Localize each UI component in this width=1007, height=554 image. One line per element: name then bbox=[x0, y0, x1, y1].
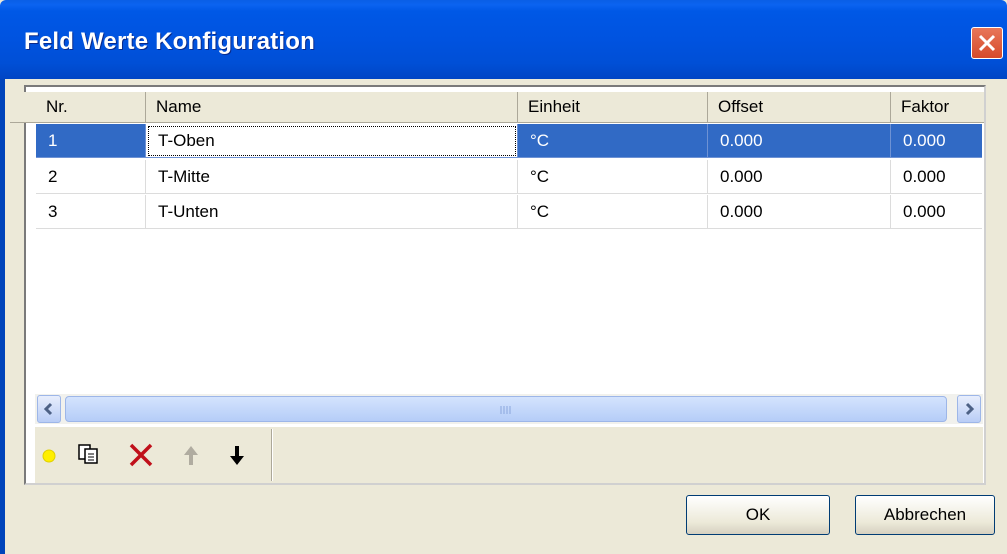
new-icon bbox=[42, 449, 56, 463]
cancel-button[interactable]: Abbrechen bbox=[855, 495, 995, 535]
window-title: Feld Werte Konfiguration bbox=[24, 28, 316, 55]
toolbar-separator bbox=[271, 429, 273, 481]
new-row-button[interactable] bbox=[37, 437, 67, 471]
cell-einheit[interactable]: °C bbox=[518, 160, 708, 194]
horizontal-scrollbar[interactable] bbox=[35, 394, 983, 424]
copy-row-button[interactable] bbox=[75, 437, 105, 471]
ok-button[interactable]: OK bbox=[686, 495, 830, 535]
copy-icon bbox=[78, 444, 98, 464]
scroll-left-button[interactable] bbox=[37, 395, 61, 423]
cell-name[interactable]: T-Unten bbox=[146, 195, 518, 229]
cell-faktor[interactable]: 0.000 bbox=[891, 160, 982, 194]
cell-offset[interactable]: 0.000 bbox=[708, 124, 891, 158]
cell-offset[interactable]: 0.000 bbox=[708, 195, 891, 229]
table-row[interactable]: 1 T-Oben °C 0.000 0.000 bbox=[36, 124, 982, 158]
column-header-nr[interactable]: Nr. bbox=[36, 92, 146, 122]
cell-nr: 3 bbox=[36, 195, 146, 229]
move-up-icon bbox=[184, 446, 198, 465]
arrow-left-icon bbox=[43, 402, 53, 416]
column-header-offset[interactable]: Offset bbox=[708, 92, 891, 122]
grid-toolbar bbox=[35, 427, 983, 483]
cell-nr: 1 bbox=[36, 124, 146, 158]
column-header-name[interactable]: Name bbox=[146, 92, 518, 122]
cell-faktor[interactable]: 0.000 bbox=[891, 124, 982, 158]
table-row[interactable]: 3 T-Unten °C 0.000 0.000 bbox=[36, 195, 982, 229]
cell-offset[interactable]: 0.000 bbox=[708, 160, 891, 194]
cell-name-editor[interactable]: T-Oben bbox=[146, 124, 518, 158]
column-header-faktor[interactable]: Faktor bbox=[891, 92, 984, 122]
scrollbar-thumb[interactable] bbox=[65, 396, 947, 422]
cell-faktor[interactable]: 0.000 bbox=[891, 195, 982, 229]
delete-row-button[interactable] bbox=[126, 437, 156, 471]
cell-nr: 2 bbox=[36, 160, 146, 194]
close-icon bbox=[978, 34, 996, 52]
arrow-right-icon bbox=[965, 402, 975, 416]
grid-header: Nr. Name Einheit Offset Faktor bbox=[10, 92, 984, 123]
column-header-einheit[interactable]: Einheit bbox=[518, 92, 708, 122]
move-down-icon bbox=[230, 446, 244, 465]
cell-einheit[interactable]: °C bbox=[518, 124, 708, 158]
close-button[interactable] bbox=[971, 27, 1003, 59]
cell-einheit[interactable]: °C bbox=[518, 195, 708, 229]
title-bar: Feld Werte Konfiguration bbox=[0, 0, 1007, 79]
move-down-button[interactable] bbox=[223, 437, 253, 471]
scroll-right-button[interactable] bbox=[957, 395, 981, 423]
move-up-button[interactable] bbox=[177, 437, 207, 471]
cell-name[interactable]: T-Mitte bbox=[146, 160, 518, 194]
table-row[interactable]: 2 T-Mitte °C 0.000 0.000 bbox=[36, 160, 982, 194]
grip-icon bbox=[500, 406, 511, 414]
delete-icon bbox=[129, 443, 153, 467]
